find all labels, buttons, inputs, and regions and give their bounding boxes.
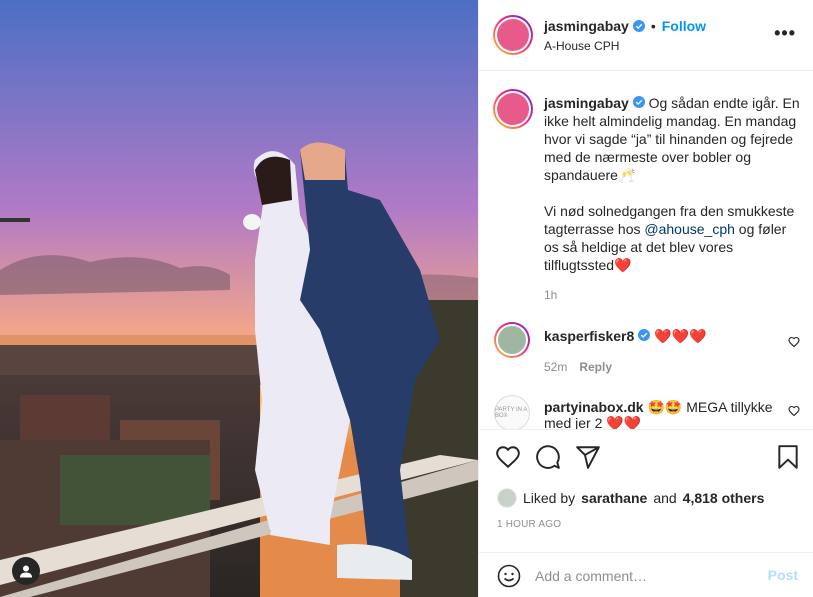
- verified-icon: [632, 96, 645, 108]
- commenter-avatar[interactable]: PARTY IN A BOX: [494, 395, 530, 429]
- add-comment-bar: Post: [479, 552, 813, 597]
- comment-meta: 52m Reply: [544, 360, 612, 374]
- comment-like-icon[interactable]: [788, 405, 800, 417]
- post-comment-button[interactable]: Post: [768, 567, 798, 583]
- likes-and: and: [653, 490, 677, 506]
- commenter-username[interactable]: partyinabox.dk: [544, 399, 644, 415]
- mention-link[interactable]: @ahouse_cph: [644, 221, 735, 237]
- more-options-button[interactable]: •••: [774, 24, 796, 42]
- reply-button[interactable]: Reply: [579, 360, 612, 374]
- comment-like-icon[interactable]: [788, 336, 800, 348]
- commenter-username[interactable]: kasperfisker8: [544, 328, 634, 344]
- caption-text-p2: Vi nød solnedgangen fra den smukkeste ta…: [544, 203, 795, 273]
- post-details-panel: jasmingabay • Follow A-House CPH ••• jas…: [478, 0, 813, 597]
- comment-item: partyinabox.dk 🤩🤩 MEGA tillykke med jer …: [544, 399, 779, 429]
- author-username[interactable]: jasmingabay: [544, 18, 629, 34]
- comment-icon[interactable]: [535, 444, 561, 470]
- location-link[interactable]: A-House CPH: [544, 39, 619, 53]
- post-timestamp[interactable]: 1 HOUR AGO: [497, 519, 561, 530]
- likes-prefix: Liked by: [523, 490, 576, 506]
- commenter-avatar[interactable]: [494, 322, 530, 358]
- author-avatar[interactable]: [493, 15, 533, 55]
- verified-icon: [632, 20, 645, 32]
- comment-item: kasperfisker8 ❤️❤️❤️: [544, 328, 706, 345]
- separator-dot: •: [650, 18, 656, 34]
- comment-timestamp[interactable]: 52m: [544, 360, 567, 374]
- caption-timestamp[interactable]: 1h: [544, 288, 557, 302]
- user-tag-icon: [20, 565, 32, 578]
- post-actions: Liked by sarathane and 4,818 others 1 HO…: [479, 429, 813, 597]
- user-tag-button[interactable]: [12, 557, 40, 585]
- verified-icon: [638, 329, 651, 341]
- heart-emoji: ❤️: [614, 257, 632, 273]
- heart-icon[interactable]: [495, 444, 521, 470]
- comment-input[interactable]: [535, 565, 755, 587]
- likes-count-link[interactable]: 4,818 others: [683, 490, 765, 506]
- caption-author-avatar[interactable]: [493, 89, 533, 129]
- post-header: jasmingabay • Follow A-House CPH •••: [479, 0, 813, 71]
- share-icon[interactable]: [575, 444, 601, 470]
- liker-username[interactable]: sarathane: [581, 490, 647, 506]
- likes-summary: Liked by sarathane and 4,818 others: [497, 488, 764, 508]
- bookmark-icon[interactable]: [775, 444, 801, 470]
- post-photo[interactable]: [0, 0, 478, 597]
- comments-list[interactable]: jasmingabay Og sådan endte igår. En ikke…: [479, 72, 813, 429]
- author-line: jasmingabay • Follow: [544, 18, 706, 34]
- follow-button[interactable]: Follow: [662, 18, 706, 34]
- post-image: [0, 0, 478, 597]
- caption-username[interactable]: jasmingabay: [544, 95, 629, 111]
- comment-text: ❤️❤️❤️: [654, 328, 707, 344]
- post-caption: jasmingabay Og sådan endte igår. En ikke…: [544, 94, 800, 274]
- liker-avatar: [497, 488, 517, 508]
- emoji-icon[interactable]: [497, 564, 521, 588]
